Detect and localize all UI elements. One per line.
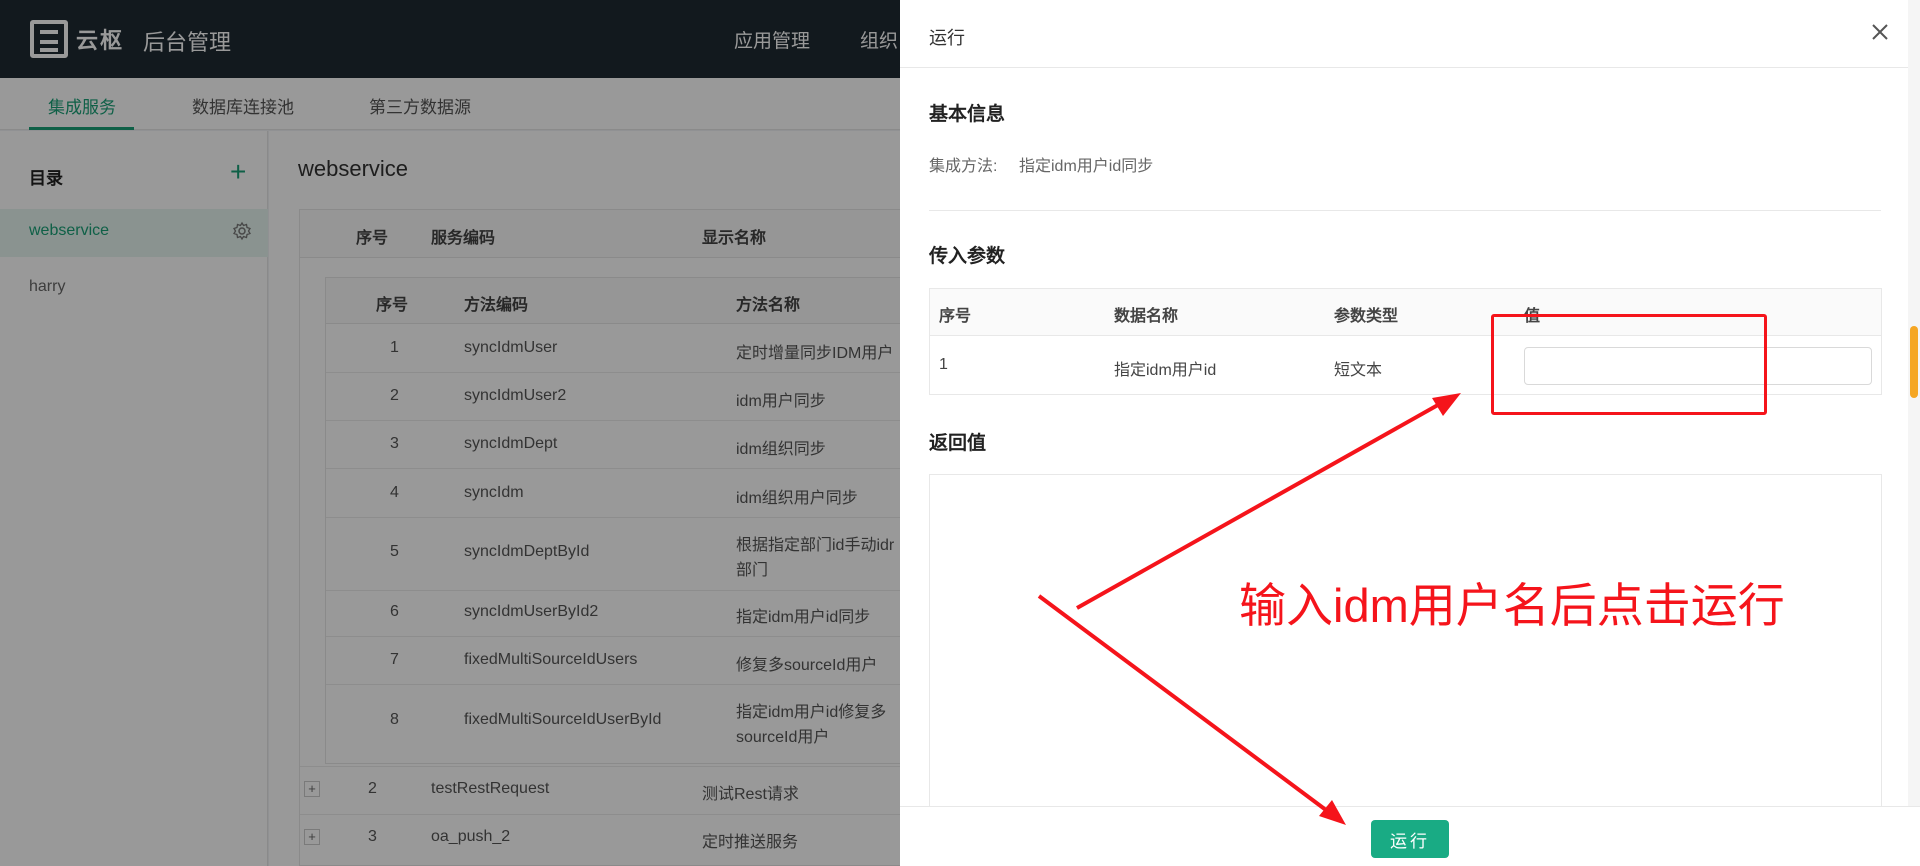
drawer-header: 运行	[900, 0, 1920, 68]
run-button[interactable]: 运行	[1371, 820, 1449, 858]
method-label: 集成方法:	[929, 158, 998, 175]
column-header: 数据名称	[1114, 308, 1179, 325]
method-value: 指定idm用户id同步	[1019, 158, 1154, 175]
column-header: 序号	[939, 308, 972, 325]
divider	[929, 210, 1881, 211]
scroll-thumb[interactable]	[1910, 326, 1918, 398]
param-type: 短文本	[1334, 362, 1383, 379]
run-drawer: 运行 基本信息 集成方法: 指定idm用户id同步 传入参数 序号 数据名称 参…	[900, 0, 1920, 866]
params-title: 传入参数	[929, 246, 1006, 267]
close-icon[interactable]	[1868, 20, 1892, 44]
return-title: 返回值	[929, 433, 987, 454]
param-name: 指定idm用户id	[1114, 362, 1217, 379]
param-no: 1	[939, 356, 948, 373]
drawer-footer: 运行	[900, 806, 1920, 866]
annotation-text: 输入idm用户名后点击运行	[1239, 579, 1785, 632]
column-header: 参数类型	[1334, 308, 1399, 325]
return-value-box	[929, 474, 1882, 814]
drawer-title: 运行	[929, 28, 965, 48]
highlight-box	[1491, 314, 1767, 415]
scrollbar[interactable]	[1908, 0, 1920, 806]
basic-info-title: 基本信息	[929, 104, 1006, 125]
